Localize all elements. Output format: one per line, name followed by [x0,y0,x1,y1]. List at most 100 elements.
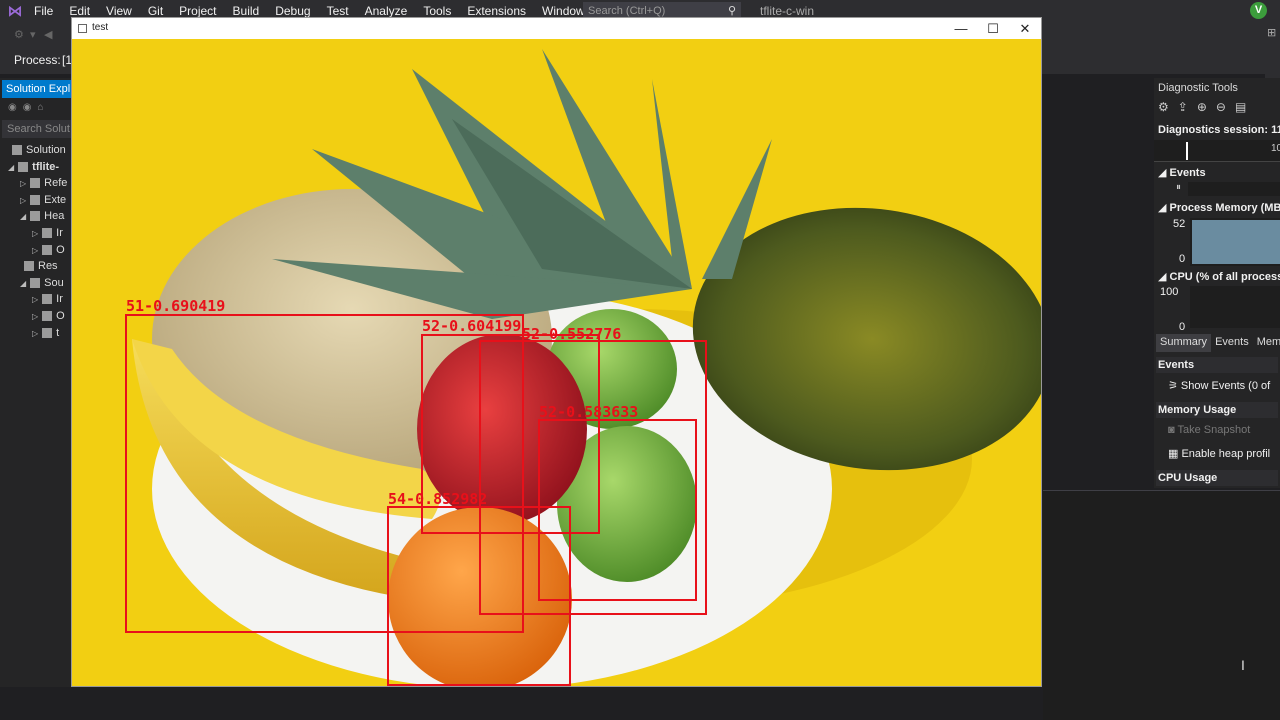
tree-item-label: O [56,243,65,256]
window-title: test [92,22,109,33]
back-icon[interactable]: ◉ [8,102,23,113]
expand-arrow-icon[interactable]: ▷ [32,312,38,321]
cpu-usage-title: CPU Usage [1156,470,1278,486]
tree-item-label: Refe [44,177,68,190]
expand-arrow-icon[interactable]: ▷ [20,196,26,205]
back-icon[interactable]: ◀ [44,28,52,41]
file-icon [30,194,41,205]
cpu-header[interactable]: ◢ CPU (% of all processors) [1158,270,1280,283]
visual-studio-logo-icon[interactable]: ⋈ [4,0,26,22]
tree-item[interactable]: ▷ Refe [20,175,67,191]
detection-label: 51-0.690419 [126,297,225,315]
file-icon [42,311,53,322]
tree-item[interactable]: ▷ O [32,242,65,258]
expand-arrow-icon[interactable]: ◢ [8,163,14,172]
detection-label: 52-0.604199 [422,317,521,335]
detection-image: 51-0.690419 52-0.604199 52-0.552776 52-0… [72,39,1041,686]
diagnostics-session: Diagnostics session: 11 [1158,124,1280,136]
expand-arrow-icon[interactable]: ▷ [32,329,38,338]
tree-item[interactable]: ◢ Sou [20,275,64,291]
account-avatar[interactable]: V [1250,2,1267,19]
tree-item[interactable]: Res [20,258,58,274]
expand-arrow-icon[interactable]: ▷ [20,179,26,188]
heap-icon: ▦ [1168,448,1182,460]
tree-item-label: Exte [44,193,67,206]
tree-item[interactable]: Solution [8,142,66,158]
export-icon[interactable]: ⇪ [1178,100,1197,114]
memory-graph [1190,218,1280,266]
expand-arrow-icon[interactable]: ▷ [32,295,38,304]
reset-view-icon[interactable]: ▤ [1235,100,1255,114]
tree-item[interactable]: ◢ tflite- [8,159,59,175]
timeline-cursor[interactable] [1186,142,1188,160]
tree-item[interactable]: ▷ O [32,308,65,324]
settings-icon[interactable]: ⚙ [1158,100,1178,114]
menu-item-file[interactable]: File [26,0,61,22]
diagnostic-tabs: Summary Events Mem [1156,334,1280,352]
summary-events-title: Events [1156,357,1278,373]
file-icon [42,327,53,338]
forward-icon[interactable]: ◉ [23,102,38,113]
file-icon [24,261,34,272]
zoom-in-icon[interactable]: ⊕ [1197,100,1216,114]
expand-arrow-icon[interactable]: ◢ [20,279,26,288]
events-header[interactable]: ◢ Events [1158,166,1206,179]
window-title-bar[interactable]: test — ☐ ✕ [72,18,1041,39]
search-placeholder: Search (Ctrl+Q) [588,5,666,17]
image-viewer-window: test — ☐ ✕ 51-0.690419 52-0.604199 52-0.… [71,17,1042,687]
dropdown-icon[interactable]: ▾ [30,28,36,41]
solution-explorer-tab[interactable]: Solution Expl [2,80,72,98]
solution-explorer: Solution Expl ◉◉⌂ Search Solut Solution ◢… [0,78,72,720]
detection-label: 52-0.552776 [522,325,621,343]
pause-icon[interactable]: ⏸ [1176,182,1181,193]
file-icon [42,294,53,305]
diagnostic-tools-panel: Diagnostic Tools ⚙⇪⊕⊖▤ Diagnostics sessi… [1154,78,1280,488]
tree-item[interactable]: ▷ Ir [32,291,63,307]
minimize-button[interactable]: — [945,18,977,39]
tab-summary[interactable]: Summary [1156,334,1212,352]
tree-item-label: tflite- [32,160,60,173]
maximize-button[interactable]: ☐ [977,18,1009,39]
file-icon [30,211,41,222]
memory-usage-title: Memory Usage [1156,402,1278,418]
close-button[interactable]: ✕ [1009,18,1041,39]
tree-item[interactable]: ◢ Hea [20,208,64,224]
output-pane [1043,490,1280,720]
process-memory-label: Process Memory (MB) [1169,202,1280,214]
file-icon [18,161,29,172]
take-snapshot-button[interactable]: ◙ Take Snapshot [1168,424,1250,436]
expand-arrow-icon[interactable]: ◢ [20,212,26,221]
cpu-header-label: CPU (% of all processors) [1169,271,1280,283]
show-events-link[interactable]: ⚞ Show Events (0 of [1168,379,1270,392]
memory-min-label: 0 [1179,253,1186,265]
tab-memory[interactable]: Mem [1253,334,1280,352]
solution-explorer-search-input[interactable]: Search Solut [2,120,72,138]
tree-item[interactable]: ▷ Ir [32,225,63,241]
file-icon [30,277,41,288]
detection-label: 52-0.583633 [539,403,638,421]
tree-item[interactable]: ▷ Exte [20,192,66,208]
tab-events[interactable]: Events [1211,334,1253,352]
timeline-ruler[interactable]: 10 [1154,140,1280,162]
file-icon [42,228,53,239]
cpu-max-label: 100 [1160,286,1179,298]
settings-icon[interactable]: ⚙ [14,28,24,41]
enable-heap-profiling-button[interactable]: ▦ Enable heap profil [1168,447,1270,460]
memory-max-label: 52 [1173,218,1186,230]
cpu-graph [1190,286,1280,328]
tree-item-label: Res [38,260,58,273]
expand-arrow-icon[interactable]: ▷ [32,246,38,255]
tree-item-label: O [56,310,65,322]
process-memory-header[interactable]: ◢ Process Memory (MB) [1158,201,1280,214]
tree-item[interactable]: ▷ t [32,325,59,341]
take-snapshot-label: Take Snapshot [1177,424,1251,436]
home-icon[interactable]: ⌂ [37,102,49,113]
detection-label: 54-0.852982 [388,490,487,508]
solution-explorer-toolbar: ◉◉⌂ [8,102,50,113]
zoom-out-icon[interactable]: ⊖ [1216,100,1235,114]
events-header-label: Events [1169,167,1206,179]
expand-arrow-icon[interactable]: ▷ [32,229,38,238]
show-events-label: Show Events (0 of [1180,380,1271,392]
pin-icon[interactable]: ⊞ [1265,22,1280,43]
diagnostic-toolbar: ⚙⇪⊕⊖▤ [1158,100,1255,114]
